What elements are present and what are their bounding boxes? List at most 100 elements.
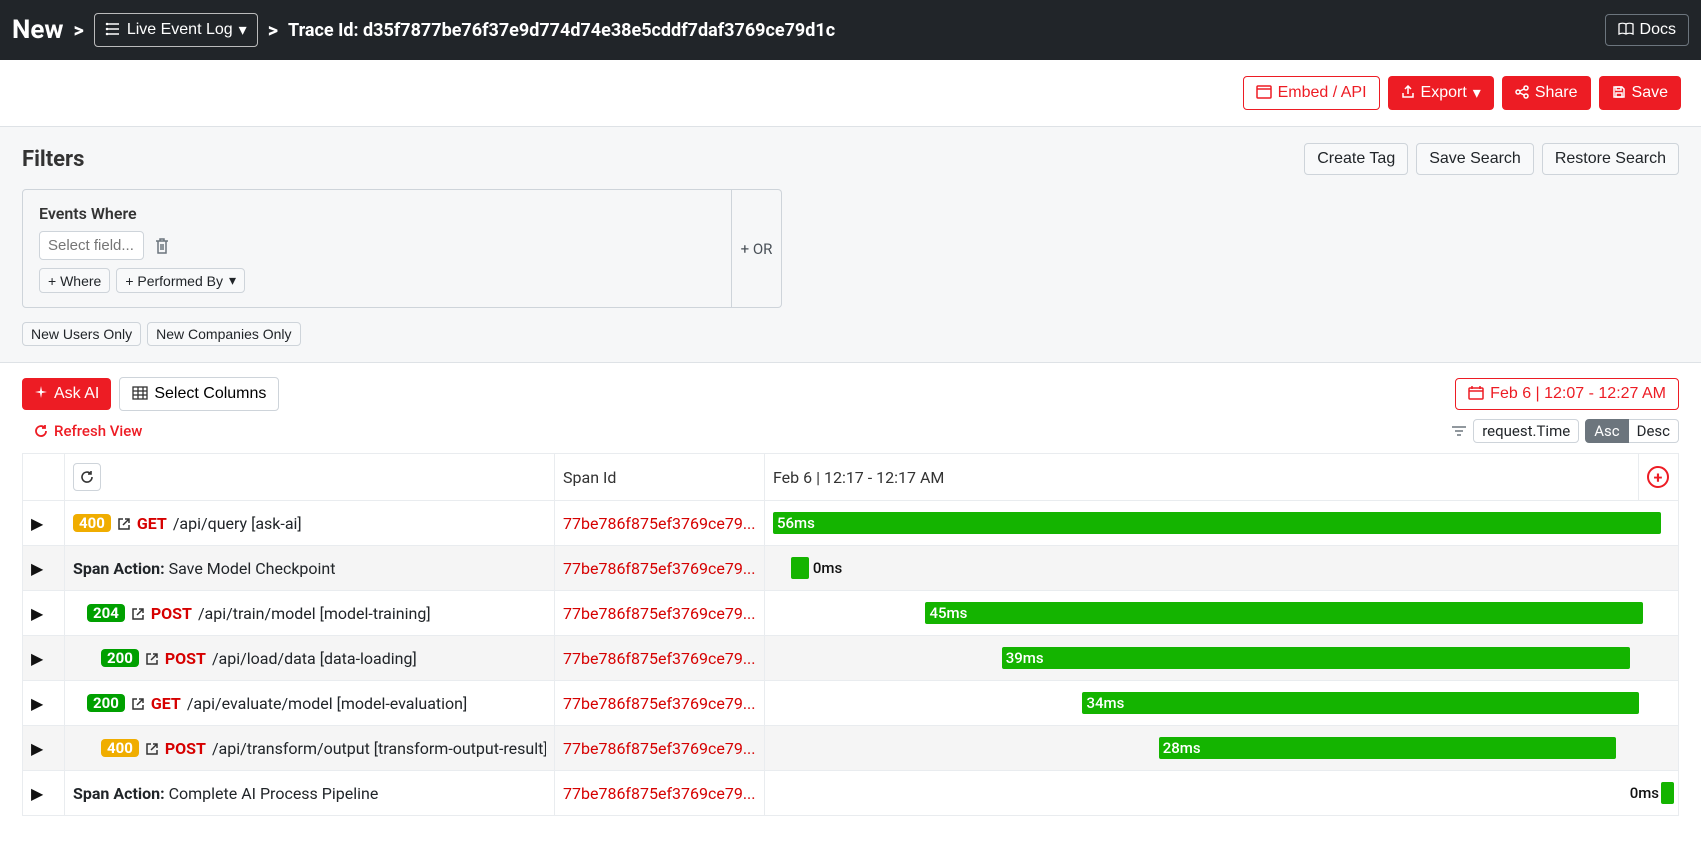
table-row[interactable]: ▶400GET/api/query [ask-ai]77be786f875ef3… [23,501,1679,546]
new-users-only-toggle[interactable]: New Users Only [22,322,141,346]
span-action-label: Span Action: Complete AI Process Pipelin… [73,784,378,803]
save-icon [1612,84,1626,102]
request-path: /api/load/data [data-loading] [212,649,417,668]
expand-caret-icon[interactable]: ▶ [31,739,43,758]
expand-caret-icon[interactable]: ▶ [31,784,43,803]
refresh-column-button[interactable] [73,463,101,491]
table-row[interactable]: ▶Span Action: Save Model Checkpoint77be7… [23,546,1679,591]
header-span-id[interactable]: Span Id [555,454,765,501]
export-label: Export [1421,84,1467,102]
duration-bar-cell: 56ms [773,510,1670,536]
duration-bar [1661,782,1674,804]
new-companies-only-toggle[interactable]: New Companies Only [147,322,300,346]
duration-label: 34ms [1082,692,1124,714]
header-add-column: + [1639,454,1679,501]
table-row[interactable]: ▶200GET/api/evaluate/model [model-evalua… [23,681,1679,726]
duration-bar-cell: 28ms [773,735,1670,761]
duration-bar-cell: 39ms [773,645,1670,671]
expand-caret-icon[interactable]: ▶ [31,649,43,668]
add-performed-by-button[interactable]: + Performed By ▾ [116,268,245,293]
share-label: Share [1535,84,1578,102]
span-id[interactable]: 77be786f875ef3769ce79... [563,604,756,623]
save-search-button[interactable]: Save Search [1416,143,1534,175]
embed-api-button[interactable]: Embed / API [1243,76,1380,110]
http-method: POST [165,739,206,758]
select-columns-button[interactable]: Select Columns [119,377,279,411]
list-icon [105,21,121,40]
duration-bar [1082,692,1638,714]
span-id[interactable]: 77be786f875ef3769ce79... [563,739,756,758]
http-method: GET [151,694,181,713]
add-column-button[interactable]: + [1647,466,1669,488]
date-range-button[interactable]: Feb 6 | 12:07 - 12:27 AM [1455,378,1679,410]
span-id[interactable]: 77be786f875ef3769ce79... [563,694,756,713]
expand-caret-icon[interactable]: ▶ [31,514,43,533]
duration-bar-cell: 45ms [773,600,1670,626]
live-event-log-dropdown[interactable]: Live Event Log ▾ [94,13,258,47]
status-badge: 400 [101,739,139,757]
sort-desc-button[interactable]: Desc [1629,419,1679,443]
expand-caret-icon[interactable]: ▶ [31,604,43,623]
header-time-range: Feb 6 | 12:17 - 12:17 AM [765,454,1639,501]
external-link-icon[interactable] [131,604,145,623]
filters-section: Filters Create Tag Save Search Restore S… [0,127,1701,363]
external-link-icon[interactable] [145,649,159,668]
export-button[interactable]: Export ▾ [1388,76,1494,110]
status-badge: 204 [87,604,125,622]
span-id[interactable]: 77be786f875ef3769ce79... [563,559,756,578]
embed-api-label: Embed / API [1278,84,1367,102]
caret-down-icon: ▾ [239,20,247,40]
ask-ai-label: Ask AI [54,385,99,403]
duration-label: 56ms [773,512,815,534]
trace-id-label: Trace Id: d35f7877be76f37e9d774d74e38e5c… [288,20,835,41]
events-where-label: Events Where [39,204,715,223]
table-row[interactable]: ▶ 400 POST/api/transform/output [transform… [23,726,1679,771]
http-method: GET [137,514,167,533]
span-id[interactable]: 77be786f875ef3769ce79... [563,784,756,803]
share-button[interactable]: Share [1502,76,1591,110]
duration-bar [1002,647,1630,669]
restore-search-button[interactable]: Restore Search [1542,143,1679,175]
controls-row: Ask AI Select Columns Feb 6 | 12:07 - 12… [0,363,1701,417]
add-where-button[interactable]: + Where [39,268,110,293]
create-tag-button[interactable]: Create Tag [1304,143,1408,175]
duration-label: 28ms [1159,737,1201,759]
duration-bar-cell: 0ms [773,555,1670,581]
duration-bar [925,602,1643,624]
table-row[interactable]: ▶ 200 POST/api/load/data [data-loading] 77b… [23,636,1679,681]
duration-label: 45ms [925,602,967,624]
external-link-icon[interactable] [145,739,159,758]
trace-table: Span Id Feb 6 | 12:17 - 12:17 AM + ▶400G… [0,453,1701,836]
expand-caret-icon[interactable]: ▶ [31,559,43,578]
sparkle-icon [34,385,48,403]
sort-field-badge[interactable]: request.Time [1473,419,1579,443]
refresh-view-link[interactable]: Refresh View [34,422,142,440]
ask-ai-button[interactable]: Ask AI [22,378,111,410]
external-link-icon[interactable] [131,694,145,713]
request-path: /api/transform/output [transform-output-… [212,739,546,758]
chevron-right-icon: > [268,18,278,42]
chevron-right-icon: > [73,18,83,42]
refresh-icon [34,422,48,440]
span-id[interactable]: 77be786f875ef3769ce79... [563,514,756,533]
table-row[interactable]: ▶ Span Action: Complete AI Process Pipeli… [23,771,1679,816]
duration-bar [791,557,809,579]
status-badge: 200 [87,694,125,712]
trash-icon[interactable] [154,237,170,255]
http-method: POST [165,649,206,668]
select-field-input[interactable] [39,231,144,260]
span-id[interactable]: 77be786f875ef3769ce79... [563,649,756,668]
sort-asc-button[interactable]: Asc [1585,419,1628,443]
add-or-button[interactable]: + OR [732,189,782,308]
filter-icon[interactable] [1451,424,1467,438]
header-expand [23,454,65,501]
topbar: New > Live Event Log ▾ > Trace Id: d35f7… [0,0,1701,60]
docs-button[interactable]: Docs [1605,14,1689,46]
expand-caret-icon[interactable]: ▶ [31,694,43,713]
table-row[interactable]: ▶204POST/api/train/model [model-training… [23,591,1679,636]
external-link-icon[interactable] [117,514,131,533]
status-badge: 200 [101,649,139,667]
save-button[interactable]: Save [1599,76,1681,110]
breadcrumb-new: New [12,15,63,45]
filters-title: Filters [22,147,1304,172]
